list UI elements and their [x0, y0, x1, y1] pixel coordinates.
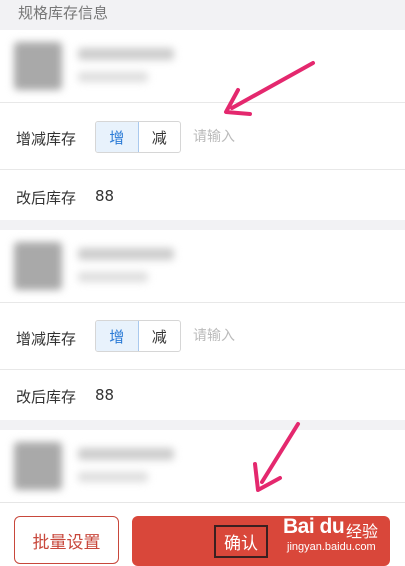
product-thumbnail [14, 442, 62, 490]
quantity-input[interactable] [193, 321, 303, 351]
product-spec-blurred [78, 72, 148, 82]
divider [0, 302, 405, 303]
product-spec-blurred [78, 272, 148, 282]
product-thumbnail [14, 242, 62, 290]
decrease-button[interactable]: 减 [139, 122, 181, 152]
product-info [0, 30, 405, 102]
divider [0, 369, 405, 370]
adjust-toggle: 增 减 [95, 121, 181, 153]
watermark-url: jingyan.baidu.com [287, 541, 376, 553]
decrease-button[interactable]: 减 [139, 321, 181, 351]
after-stock-value: 88 [95, 386, 115, 404]
product-info [0, 430, 405, 502]
product-name-blurred [78, 48, 174, 60]
baidu-jingyan-watermark: Bai du 经验 jingyan.baidu.com [283, 515, 393, 559]
sku-card [0, 430, 405, 502]
sku-card: 增减库存 增 减 改后库存 88 [0, 230, 405, 420]
divider [0, 169, 405, 170]
section-title: 规格库存信息 [18, 4, 109, 22]
divider [0, 102, 405, 103]
after-stock-label: 改后库存 [16, 388, 77, 406]
adjust-stock-label: 增减库存 [16, 330, 77, 348]
quantity-input[interactable] [193, 122, 303, 152]
adjust-toggle: 增 减 [95, 320, 181, 352]
confirm-label: 确认 [214, 524, 268, 558]
adjust-stock-label: 增减库存 [16, 130, 77, 148]
product-spec-blurred [78, 472, 148, 482]
sku-card: 增减库存 增 减 改后库存 88 [0, 30, 405, 220]
batch-settings-button[interactable]: 批量设置 [14, 516, 119, 564]
product-info [0, 230, 405, 302]
product-thumbnail [14, 42, 62, 90]
after-stock-value: 88 [95, 187, 115, 205]
baidu-logo: Bai du [283, 515, 345, 538]
increase-button[interactable]: 增 [96, 321, 139, 351]
watermark-text: 经验 [346, 522, 379, 541]
product-name-blurred [78, 248, 174, 260]
product-name-blurred [78, 448, 174, 460]
increase-button[interactable]: 增 [96, 122, 139, 152]
after-stock-label: 改后库存 [16, 189, 77, 207]
